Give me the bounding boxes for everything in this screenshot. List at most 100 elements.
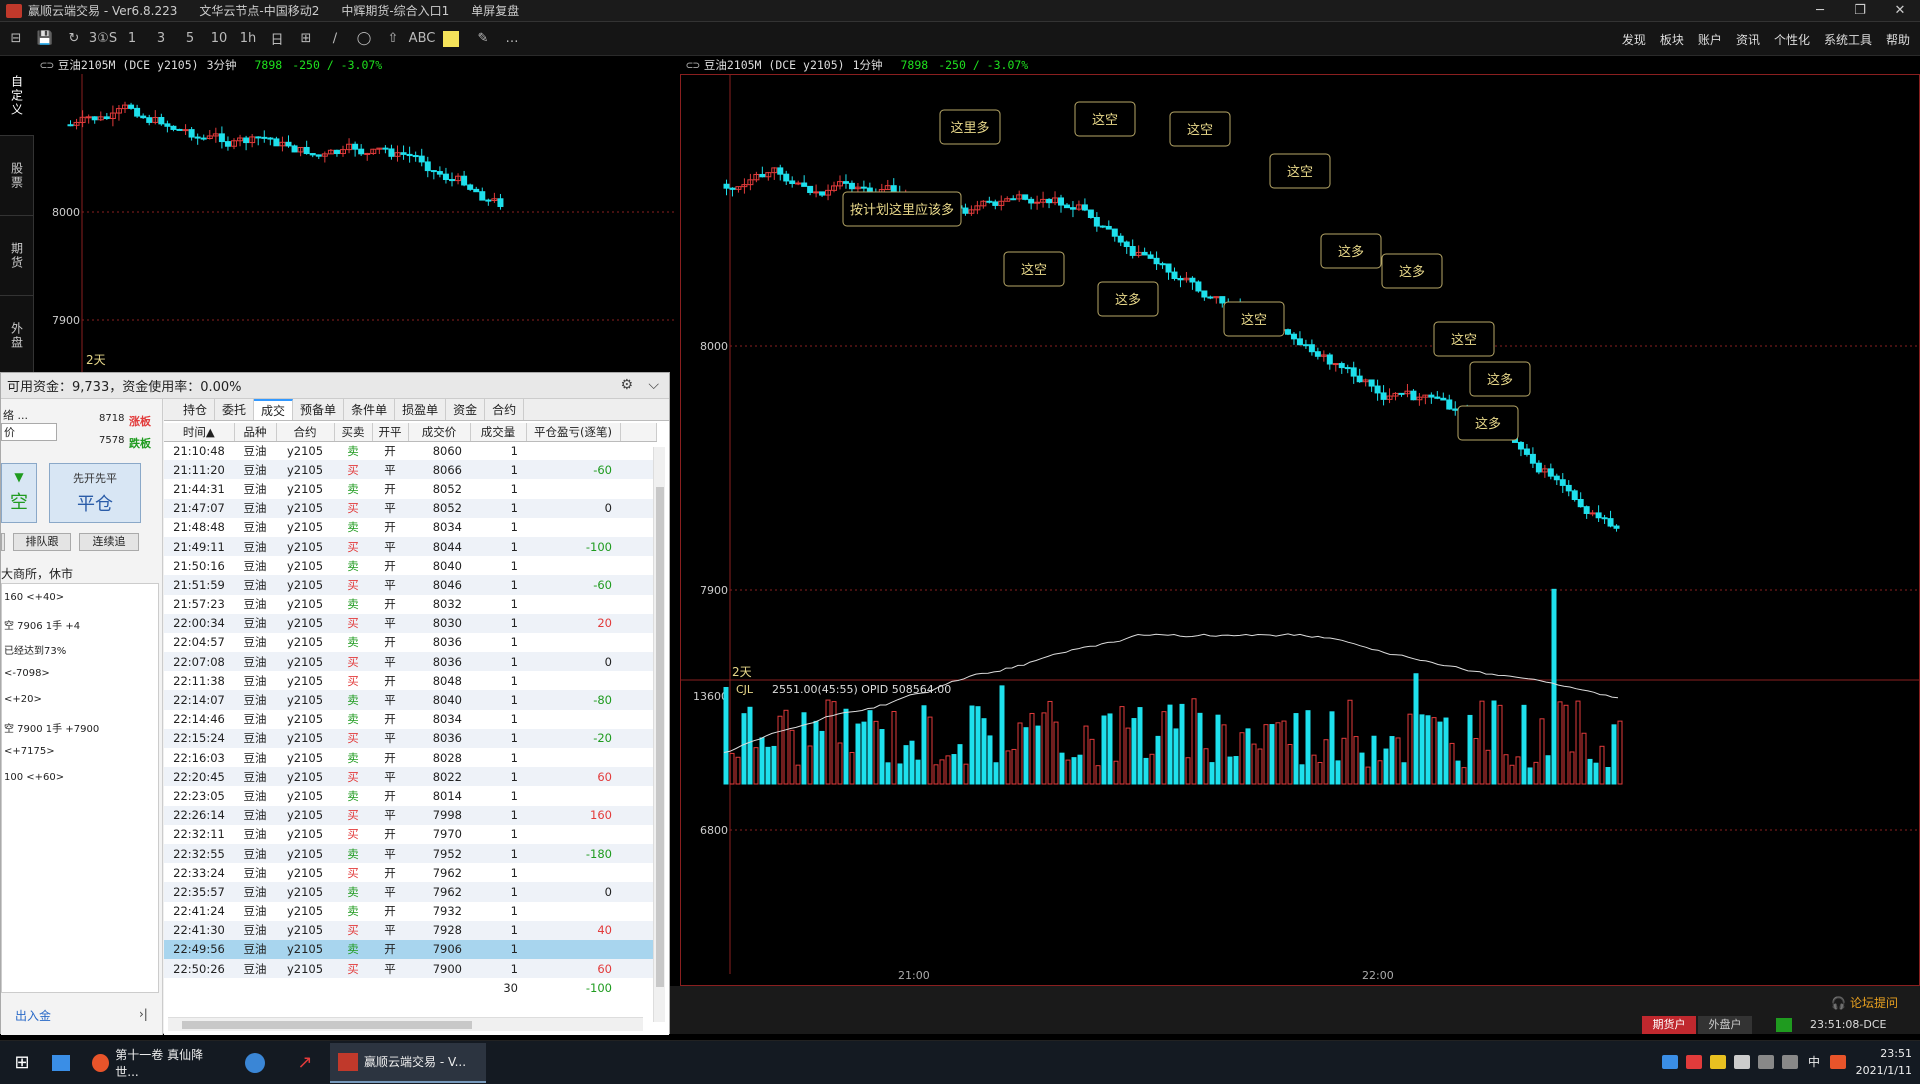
- tray-icon[interactable]: [1661, 1054, 1678, 1069]
- link-icon[interactable]: ⊂⊃: [40, 58, 54, 72]
- menu-news[interactable]: 资讯: [1736, 31, 1760, 48]
- tab-funds[interactable]: 资金: [446, 399, 486, 420]
- annotation-box[interactable]: 这空: [1003, 251, 1065, 287]
- tab-stop-profit[interactable]: 损盈单: [395, 399, 447, 420]
- period-day-button[interactable]: 日: [264, 28, 290, 50]
- sidetab-stocks[interactable]: 股票: [0, 136, 34, 216]
- grid-icon[interactable]: ⊞: [293, 28, 319, 50]
- annotation-box[interactable]: 这多: [1097, 281, 1159, 317]
- tab-positions[interactable]: 持仓: [176, 399, 216, 420]
- table-row[interactable]: 22:26:14 豆油 y2105 买平 7998 1 160: [164, 805, 656, 825]
- menu-sectors[interactable]: 板块: [1660, 31, 1684, 48]
- volume-icon[interactable]: [1781, 1054, 1798, 1069]
- menu-personalize[interactable]: 个性化: [1774, 31, 1810, 48]
- period-30s-button[interactable]: 3①S: [89, 28, 117, 50]
- tab-prepared[interactable]: 预备单: [293, 399, 345, 420]
- taskbar-app-k[interactable]: [230, 1043, 280, 1083]
- input-method-icon[interactable]: [1830, 1054, 1846, 1069]
- table-row[interactable]: 22:15:24 豆油 y2105 买平 8036 1 -20: [164, 728, 656, 748]
- period-10m-button[interactable]: 10: [206, 28, 232, 50]
- annotation-box[interactable]: 这多: [1457, 405, 1519, 441]
- scroll-thumb[interactable]: [656, 487, 664, 987]
- windows-start-icon[interactable]: ⊞: [0, 1043, 44, 1083]
- collapse-icon[interactable]: ›|: [139, 1007, 148, 1021]
- period-1m-button[interactable]: 1: [119, 28, 145, 50]
- broker-label[interactable]: 中辉期货-综合入口1: [341, 2, 449, 19]
- tab-orders[interactable]: 委托: [215, 399, 255, 420]
- annotation-box[interactable]: 这多: [1320, 233, 1382, 269]
- right-candlestick-chart[interactable]: 8000 7900 13600 6800 2天 CJL 2551.00(45:5…: [680, 74, 1920, 986]
- table-row[interactable]: 30 -100: [164, 978, 656, 997]
- left-chart-symbol[interactable]: 豆油2105M (DCE y2105): [58, 57, 199, 73]
- forum-link[interactable]: 🎧 论坛提问: [1831, 994, 1898, 1011]
- layout-icon[interactable]: ⊟: [3, 28, 29, 50]
- table-row[interactable]: 22:16:03 豆油 y2105 卖 开 8028 1: [164, 748, 656, 767]
- tab-fills[interactable]: 成交: [254, 399, 294, 420]
- continuous-chase-button[interactable]: 连续追: [79, 533, 139, 551]
- col-price[interactable]: 成交价: [408, 423, 471, 442]
- annotation-box[interactable]: 这空: [1169, 111, 1231, 147]
- table-row[interactable]: 21:57:23 豆油 y2105 卖 开 8032 1: [164, 595, 656, 614]
- table-row[interactable]: 22:14:46 豆油 y2105 卖 开 8034 1: [164, 710, 656, 729]
- table-row[interactable]: 22:41:24 豆油 y2105 卖 开 7932 1: [164, 902, 656, 921]
- close-button[interactable]: ✕: [1880, 0, 1920, 22]
- arrow-tool-icon[interactable]: ⇧: [380, 28, 406, 50]
- col-pnl[interactable]: 平仓盈亏(逐笔): [526, 423, 621, 442]
- table-row[interactable]: 22:32:11 豆油 y2105 买 开 7970 1: [164, 825, 656, 844]
- close-position-button[interactable]: 先开先平 平仓: [49, 463, 141, 523]
- table-row[interactable]: 22:50:26 豆油 y2105 买平 7900 1 60: [164, 959, 656, 979]
- queue-follow-button[interactable]: 排队跟: [13, 533, 71, 551]
- period-3m-button[interactable]: 3: [148, 28, 174, 50]
- save-icon[interactable]: 💾: [32, 28, 58, 50]
- tab-conditional[interactable]: 条件单: [344, 399, 396, 420]
- menu-discover[interactable]: 发现: [1622, 31, 1646, 48]
- tray-icon[interactable]: [1685, 1054, 1702, 1069]
- menu-help[interactable]: 帮助: [1886, 31, 1910, 48]
- left-chart-period[interactable]: 3分钟: [207, 57, 237, 73]
- period-1h-button[interactable]: 1h: [235, 28, 261, 50]
- left-cut-button[interactable]: [1, 533, 5, 551]
- refresh-icon[interactable]: ↻: [61, 28, 87, 50]
- table-row[interactable]: 22:32:55 豆油 y2105 卖平 7952 1 -180: [164, 843, 656, 864]
- table-row[interactable]: 21:51:59 豆油 y2105 买平 8046 1 -60: [164, 575, 656, 595]
- menu-account[interactable]: 账户: [1698, 31, 1722, 48]
- ellipse-tool-icon[interactable]: ◯: [351, 28, 377, 50]
- table-row[interactable]: 21:10:48 豆油 y2105 卖 开 8060 1: [164, 441, 656, 460]
- order-type-label[interactable]: 络 ...: [3, 407, 28, 423]
- more-icon[interactable]: …: [499, 28, 525, 50]
- table-row[interactable]: 21:11:20 豆油 y2105 买平 8066 1 -60: [164, 460, 656, 480]
- table-row[interactable]: 22:23:05 豆油 y2105 卖 开 8014 1: [164, 786, 656, 805]
- minimize-button[interactable]: ─: [1800, 0, 1840, 22]
- server-label[interactable]: 文华云节点-中国移动2: [199, 2, 319, 19]
- text-tool-icon[interactable]: ABC: [409, 28, 436, 50]
- futures-account-tab[interactable]: 期货户: [1642, 1016, 1696, 1034]
- volume-indicator-name[interactable]: CJL: [736, 683, 754, 696]
- eraser-icon[interactable]: ✎: [470, 28, 496, 50]
- col-product[interactable]: 品种: [234, 423, 277, 442]
- mode-label[interactable]: 单屏复盘: [471, 2, 519, 19]
- sell-short-button[interactable]: ▼ 空: [1, 463, 37, 523]
- annotation-box[interactable]: 这多: [1381, 253, 1443, 289]
- annotation-box[interactable]: 按计划这里应该多: [842, 191, 962, 227]
- table-row[interactable]: 21:49:11 豆油 y2105 买平 8044 1 -100: [164, 536, 656, 557]
- foreign-account-tab[interactable]: 外盘户: [1698, 1016, 1752, 1034]
- table-row[interactable]: 21:50:16 豆油 y2105 卖 开 8040 1: [164, 556, 656, 575]
- funds-transfer-link[interactable]: 出入金: [15, 1007, 51, 1024]
- tab-contracts[interactable]: 合约: [485, 399, 525, 420]
- scroll-thumb[interactable]: [182, 1021, 472, 1029]
- annotation-box[interactable]: 这空: [1223, 301, 1285, 337]
- col-side[interactable]: 买卖: [334, 423, 373, 442]
- sidetab-futures[interactable]: 期货: [0, 216, 34, 296]
- tray-icon[interactable]: [1709, 1054, 1726, 1069]
- table-row[interactable]: 22:20:45 豆油 y2105 买平 8022 1 60: [164, 767, 656, 787]
- vertical-scrollbar[interactable]: [653, 447, 665, 1022]
- left-candlestick-chart[interactable]: 8000 7900 2天: [34, 74, 674, 372]
- table-row[interactable]: 22:14:07 豆油 y2105 卖平 8040 1 -80: [164, 690, 656, 710]
- horizontal-scrollbar[interactable]: [168, 1017, 643, 1031]
- table-row[interactable]: 21:44:31 豆油 y2105 卖 开 8052 1: [164, 479, 656, 498]
- line-tool-icon[interactable]: ∕: [322, 28, 348, 50]
- color-swatch-icon[interactable]: [443, 30, 459, 47]
- col-time[interactable]: 时间▲: [164, 423, 235, 442]
- table-row[interactable]: 21:48:48 豆油 y2105 卖 开 8034 1: [164, 518, 656, 537]
- taskbar-app-arrow[interactable]: ↗: [280, 1043, 330, 1083]
